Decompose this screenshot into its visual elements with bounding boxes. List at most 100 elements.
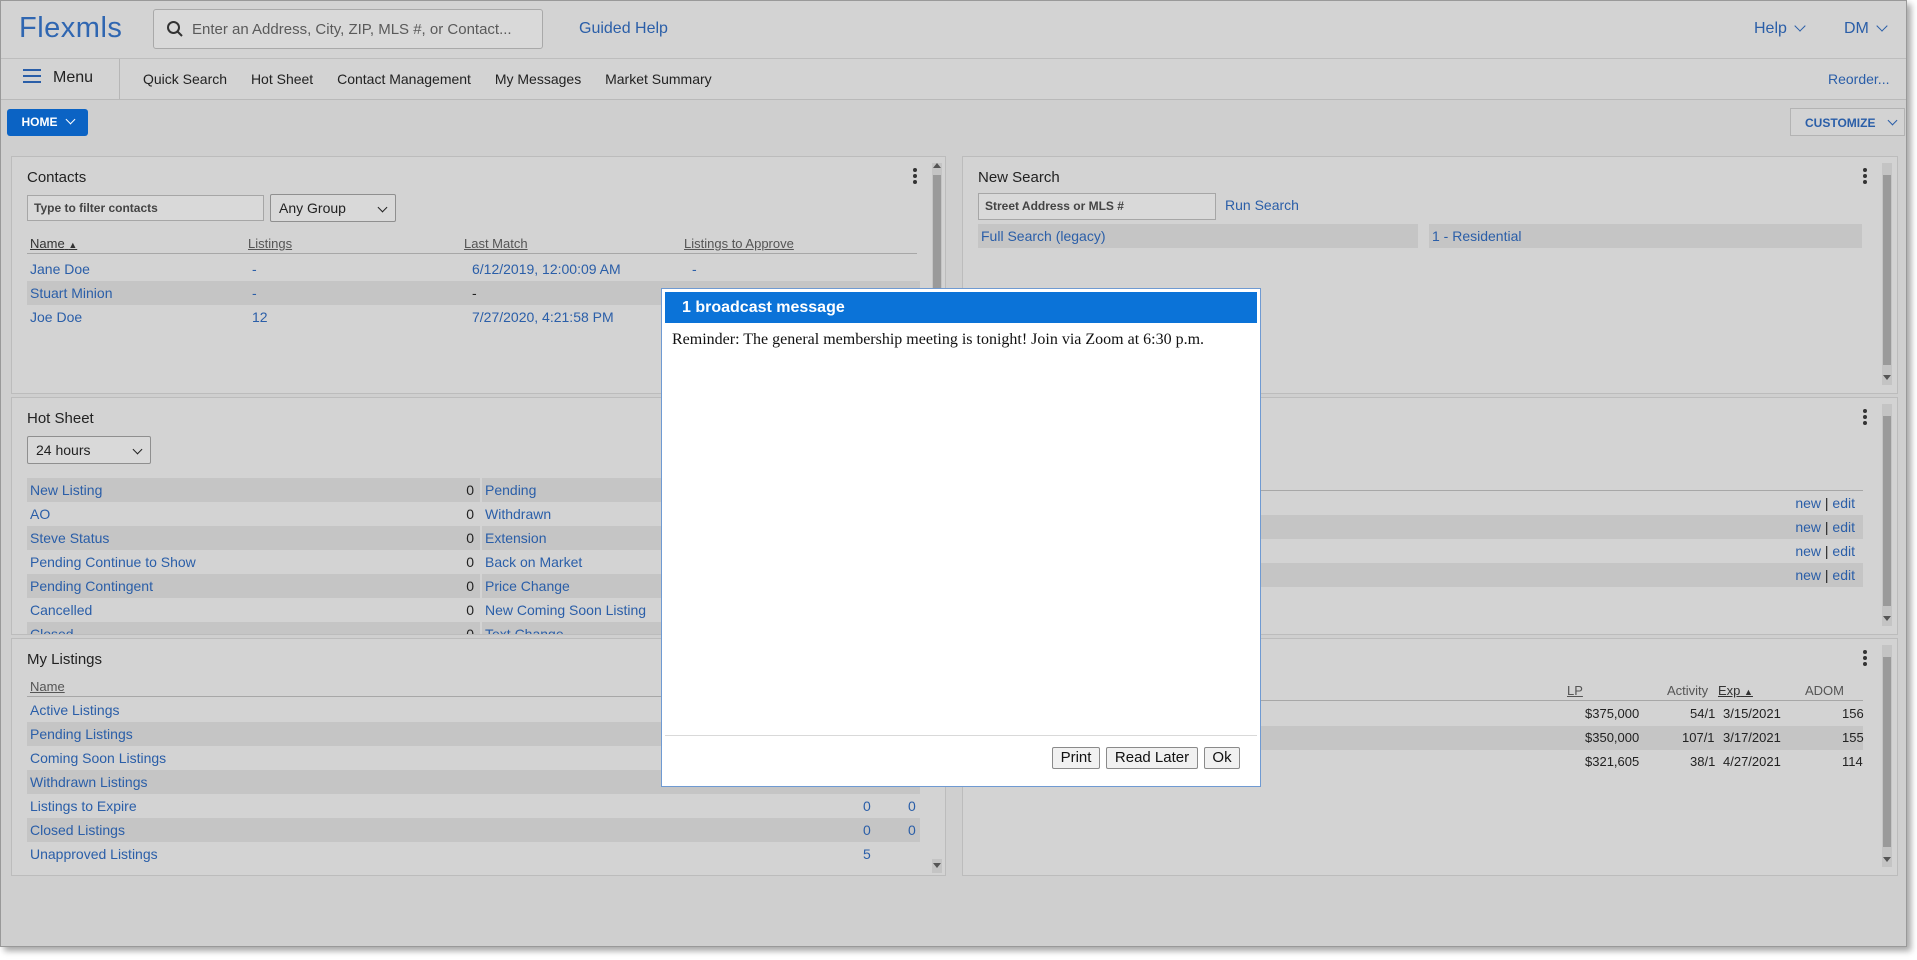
mylistings-scrollbar[interactable] bbox=[932, 859, 942, 873]
listing-name[interactable]: Listings to Expire bbox=[30, 794, 137, 818]
edit-link[interactable]: edit bbox=[1832, 495, 1855, 511]
newsearch-scrollbar[interactable] bbox=[1882, 163, 1892, 385]
hotsheet-label[interactable]: AO bbox=[30, 502, 50, 526]
col-exp[interactable]: Exp ▲ bbox=[1718, 683, 1753, 698]
nav-hot-sheet[interactable]: Hot Sheet bbox=[251, 71, 313, 87]
hotsheet-row[interactable]: Pending Contingent 0 bbox=[27, 574, 480, 598]
scroll-down-icon[interactable] bbox=[1883, 616, 1891, 621]
hotsheet-label[interactable]: Cancelled bbox=[30, 598, 92, 622]
hotsheet-label[interactable]: New Listing bbox=[30, 478, 102, 502]
guided-help-link[interactable]: Guided Help bbox=[579, 20, 668, 38]
contact-name[interactable]: Jane Doe bbox=[30, 257, 90, 281]
hotsheet-label[interactable]: Closed bbox=[30, 622, 74, 634]
hotsheet-label[interactable]: Back on Market bbox=[485, 550, 582, 574]
edit-link[interactable]: edit bbox=[1832, 543, 1855, 559]
listing-name[interactable]: Closed Listings bbox=[30, 818, 125, 842]
scroll-down-icon[interactable] bbox=[933, 863, 941, 868]
hotsheet-label[interactable]: Extension bbox=[485, 526, 546, 550]
listing-count-a[interactable]: 0 bbox=[863, 818, 871, 842]
newsearch-more-icon[interactable] bbox=[1863, 168, 1867, 186]
hotsheet-row[interactable]: AO 0 bbox=[27, 502, 480, 526]
expiring-more-icon[interactable] bbox=[1863, 650, 1867, 668]
contacts-col-name[interactable]: Name ▲ bbox=[30, 236, 77, 251]
hotsheet-row[interactable]: Closed 0 bbox=[27, 622, 480, 634]
contacts-filter-input[interactable]: Type to filter contacts bbox=[27, 195, 264, 221]
nav-my-messages[interactable]: My Messages bbox=[495, 71, 581, 87]
newsearch-input[interactable]: Street Address or MLS # bbox=[978, 193, 1216, 220]
listing-count-a[interactable]: 5 bbox=[863, 842, 871, 866]
contacts-more-icon[interactable] bbox=[913, 168, 917, 186]
nav-contact-management[interactable]: Contact Management bbox=[337, 71, 471, 87]
contact-listings[interactable]: - bbox=[252, 281, 257, 305]
full-search-row[interactable]: Full Search (legacy) bbox=[978, 224, 1418, 248]
hotsheet-row[interactable]: Cancelled 0 bbox=[27, 598, 480, 622]
search-type-link[interactable]: 1 - Residential bbox=[1432, 224, 1522, 248]
home-button[interactable]: HOME bbox=[7, 109, 88, 136]
contact-listings[interactable]: 12 bbox=[252, 305, 268, 329]
customize-button[interactable]: CUSTOMIZE bbox=[1790, 108, 1905, 136]
saved-scrollbar[interactable] bbox=[1882, 404, 1892, 626]
col-adom[interactable]: ADOM bbox=[1805, 683, 1844, 698]
contact-last-match[interactable]: 7/27/2020, 4:21:58 PM bbox=[472, 305, 614, 329]
search-type-row[interactable]: 1 - Residential bbox=[1429, 224, 1862, 248]
listing-name[interactable]: Pending Listings bbox=[30, 722, 133, 746]
hotsheet-label[interactable]: Pending bbox=[485, 478, 536, 502]
flexmls-logo[interactable]: Flexmls bbox=[19, 12, 122, 45]
nav-quick-search[interactable]: Quick Search bbox=[143, 71, 227, 87]
listing-row[interactable]: Listings to Expire 0 0 bbox=[27, 794, 920, 818]
hotsheet-period-select[interactable]: 24 hours bbox=[27, 436, 151, 464]
scrollbar-thumb[interactable] bbox=[1883, 175, 1891, 365]
hotsheet-row[interactable]: New Listing 0 bbox=[27, 478, 480, 502]
contact-approve[interactable]: - bbox=[692, 257, 697, 281]
ok-button[interactable]: Ok bbox=[1204, 747, 1240, 769]
new-link[interactable]: new bbox=[1795, 519, 1821, 535]
hotsheet-label[interactable]: Text Change bbox=[485, 622, 564, 634]
listing-row[interactable]: Unapproved Listings 5 bbox=[27, 842, 920, 866]
global-search[interactable] bbox=[153, 9, 543, 49]
contacts-col-last-match[interactable]: Last Match bbox=[464, 236, 528, 251]
table-row[interactable]: Jane Doe - 6/12/2019, 12:00:09 AM - bbox=[27, 257, 920, 281]
print-button[interactable]: Print bbox=[1052, 747, 1100, 769]
new-link[interactable]: new bbox=[1795, 543, 1821, 559]
listing-count-b[interactable]: 0 bbox=[908, 794, 916, 818]
listing-name[interactable]: Active Listings bbox=[30, 698, 119, 722]
scrollbar-thumb[interactable] bbox=[1883, 416, 1891, 606]
listing-name[interactable]: Coming Soon Listings bbox=[30, 746, 166, 770]
scroll-up-icon[interactable] bbox=[933, 163, 941, 168]
menu-button[interactable]: Menu bbox=[23, 68, 93, 87]
hotsheet-row[interactable]: Steve Status 0 bbox=[27, 526, 480, 550]
contacts-col-approve[interactable]: Listings to Approve bbox=[684, 236, 794, 251]
contact-name[interactable]: Stuart Minion bbox=[30, 281, 112, 305]
col-lp[interactable]: LP bbox=[1567, 683, 1583, 698]
scroll-down-icon[interactable] bbox=[1883, 375, 1891, 380]
hotsheet-label[interactable]: Withdrawn bbox=[485, 502, 551, 526]
run-search-link[interactable]: Run Search bbox=[1225, 197, 1299, 213]
global-search-input[interactable] bbox=[190, 16, 534, 42]
col-activity[interactable]: Activity bbox=[1667, 683, 1708, 698]
read-later-button[interactable]: Read Later bbox=[1106, 747, 1198, 769]
user-menu[interactable]: DM bbox=[1844, 20, 1888, 38]
edit-link[interactable]: edit bbox=[1832, 567, 1855, 583]
listing-name[interactable]: Unapproved Listings bbox=[30, 842, 158, 866]
contacts-col-listings[interactable]: Listings bbox=[248, 236, 292, 251]
help-menu[interactable]: Help bbox=[1754, 20, 1806, 38]
contacts-group-select[interactable]: Any Group bbox=[270, 194, 396, 222]
listing-name[interactable]: Withdrawn Listings bbox=[30, 770, 148, 794]
saved-searches-more-icon[interactable] bbox=[1863, 409, 1867, 427]
full-search-link[interactable]: Full Search (legacy) bbox=[981, 224, 1106, 248]
contact-last-match[interactable]: 6/12/2019, 12:00:09 AM bbox=[472, 257, 621, 281]
hotsheet-label[interactable]: New Coming Soon Listing bbox=[485, 598, 646, 622]
hotsheet-label[interactable]: Steve Status bbox=[30, 526, 109, 550]
expiring-scrollbar[interactable] bbox=[1882, 645, 1892, 867]
listing-row[interactable]: Closed Listings 0 0 bbox=[27, 818, 920, 842]
nav-market-summary[interactable]: Market Summary bbox=[605, 71, 712, 87]
new-link[interactable]: new bbox=[1795, 495, 1821, 511]
edit-link[interactable]: edit bbox=[1832, 519, 1855, 535]
hotsheet-row[interactable]: Pending Continue to Show 0 bbox=[27, 550, 480, 574]
mylistings-col-name[interactable]: Name bbox=[30, 679, 65, 694]
hotsheet-label[interactable]: Pending Contingent bbox=[30, 574, 153, 598]
contact-listings[interactable]: - bbox=[252, 257, 257, 281]
scrollbar-thumb[interactable] bbox=[1883, 657, 1891, 847]
contact-name[interactable]: Joe Doe bbox=[30, 305, 82, 329]
hotsheet-label[interactable]: Pending Continue to Show bbox=[30, 550, 196, 574]
